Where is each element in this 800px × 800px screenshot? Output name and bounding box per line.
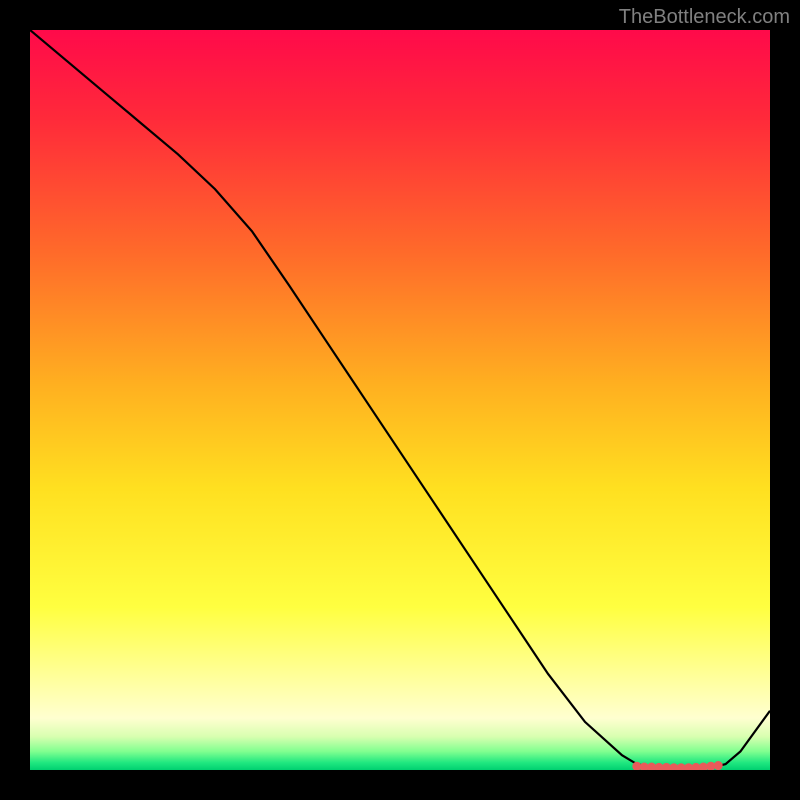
- chart-plot-area: [30, 30, 770, 770]
- chart-line-layer: [30, 30, 770, 770]
- watermark-text: TheBottleneck.com: [619, 6, 790, 29]
- chart-markers: [632, 761, 722, 770]
- chart-curve: [30, 30, 770, 768]
- chart-marker-dot: [714, 761, 723, 770]
